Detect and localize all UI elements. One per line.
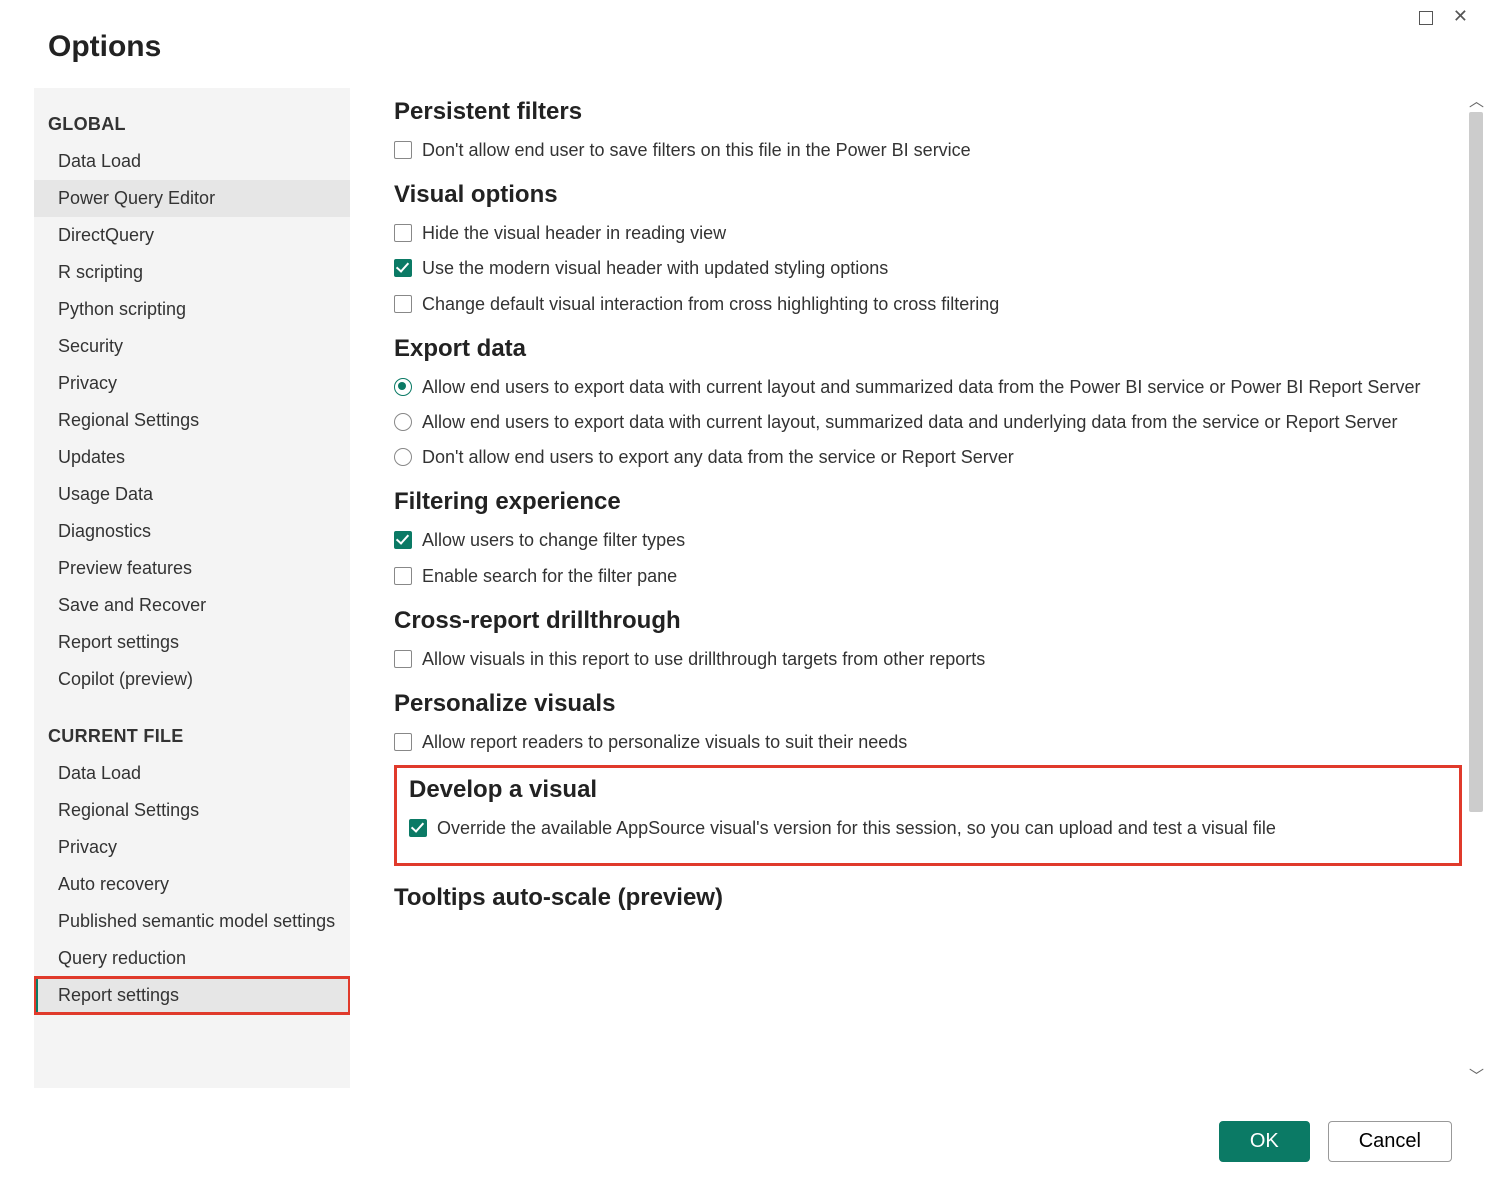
scroll-thumb[interactable] — [1469, 112, 1483, 812]
option-label: Allow report readers to personalize visu… — [422, 730, 907, 755]
scroll-up-icon[interactable]: ︿ — [1469, 90, 1484, 111]
sidebar-item-privacy-global[interactable]: Privacy — [34, 365, 350, 402]
checkbox-icon[interactable] — [394, 733, 412, 751]
scrollbar[interactable]: ︿ ﹀ — [1466, 88, 1486, 1088]
section-title-export-data: Export data — [394, 335, 1462, 363]
sidebar-item-preview-features[interactable]: Preview features — [34, 550, 350, 587]
option-label: Don't allow end users to export any data… — [422, 445, 1014, 470]
option-modern-visual-header[interactable]: Use the modern visual header with update… — [394, 256, 1462, 281]
section-title-personalize-visuals: Personalize visuals — [394, 690, 1462, 718]
sidebar-item-regional-settings-current[interactable]: Regional Settings — [34, 792, 350, 829]
titlebar-controls: ✕ — [1419, 8, 1468, 30]
ok-button[interactable]: OK — [1219, 1121, 1310, 1162]
content-pane: Persistent filters Don't allow end user … — [350, 88, 1486, 1088]
checkbox-icon[interactable] — [409, 819, 427, 837]
option-label: Enable search for the filter pane — [422, 564, 677, 589]
maximize-icon[interactable] — [1419, 8, 1433, 30]
dialog-title: Options — [0, 0, 1486, 88]
sidebar-item-published-semantic-model-settings[interactable]: Published semantic model settings — [34, 903, 350, 940]
section-title-visual-options: Visual options — [394, 181, 1462, 209]
option-label: Allow end users to export data with curr… — [422, 410, 1397, 435]
sidebar-item-privacy-current[interactable]: Privacy — [34, 829, 350, 866]
sidebar-item-r-scripting[interactable]: R scripting — [34, 254, 350, 291]
option-allow-personalize-visuals[interactable]: Allow report readers to personalize visu… — [394, 730, 1462, 755]
section-title-develop-visual: Develop a visual — [409, 776, 1447, 804]
sidebar-item-power-query-editor[interactable]: Power Query Editor — [34, 180, 350, 217]
radio-icon[interactable] — [394, 378, 412, 396]
sidebar-item-regional-settings-global[interactable]: Regional Settings — [34, 402, 350, 439]
checkbox-icon[interactable] — [394, 141, 412, 159]
checkbox-icon[interactable] — [394, 531, 412, 549]
close-icon[interactable]: ✕ — [1453, 8, 1468, 30]
checkbox-icon[interactable] — [394, 224, 412, 242]
scroll-down-icon[interactable]: ﹀ — [1469, 1065, 1484, 1086]
sidebar-item-save-and-recover[interactable]: Save and Recover — [34, 587, 350, 624]
option-export-none[interactable]: Don't allow end users to export any data… — [394, 445, 1462, 470]
option-label: Allow users to change filter types — [422, 528, 685, 553]
checkbox-icon[interactable] — [394, 650, 412, 668]
option-persistent-dont-allow[interactable]: Don't allow end user to save filters on … — [394, 138, 1462, 163]
option-label: Allow end users to export data with curr… — [422, 375, 1420, 400]
option-label: Use the modern visual header with update… — [422, 256, 888, 281]
checkbox-icon[interactable] — [394, 259, 412, 277]
option-hide-visual-header[interactable]: Hide the visual header in reading view — [394, 221, 1462, 246]
section-title-cross-report-drillthrough: Cross-report drillthrough — [394, 607, 1462, 635]
sidebar-heading-global: GLOBAL — [34, 104, 350, 143]
sidebar-item-auto-recovery[interactable]: Auto recovery — [34, 866, 350, 903]
sidebar-item-data-load-current[interactable]: Data Load — [34, 755, 350, 792]
cancel-button[interactable]: Cancel — [1328, 1121, 1452, 1162]
section-title-filtering-experience: Filtering experience — [394, 488, 1462, 516]
sidebar-item-usage-data[interactable]: Usage Data — [34, 476, 350, 513]
sidebar: GLOBAL Data Load Power Query Editor Dire… — [34, 88, 350, 1088]
sidebar-item-report-settings-current[interactable]: Report settings — [34, 977, 350, 1014]
checkbox-icon[interactable] — [394, 295, 412, 313]
option-label: Hide the visual header in reading view — [422, 221, 726, 246]
sidebar-item-copilot-preview[interactable]: Copilot (preview) — [34, 661, 350, 698]
highlight-develop-visual: Develop a visual Override the available … — [394, 765, 1462, 866]
sidebar-item-data-load-global[interactable]: Data Load — [34, 143, 350, 180]
option-override-appsource-visual[interactable]: Override the available AppSource visual'… — [409, 816, 1447, 841]
radio-icon[interactable] — [394, 413, 412, 431]
option-change-default-interaction[interactable]: Change default visual interaction from c… — [394, 292, 1462, 317]
section-title-tooltips-autoscale: Tooltips auto-scale (preview) — [394, 884, 1462, 912]
radio-icon[interactable] — [394, 448, 412, 466]
sidebar-item-query-reduction[interactable]: Query reduction — [34, 940, 350, 977]
option-label: Override the available AppSource visual'… — [437, 816, 1276, 841]
option-label: Allow visuals in this report to use dril… — [422, 647, 985, 672]
section-title-persistent-filters: Persistent filters — [394, 98, 1462, 126]
sidebar-item-python-scripting[interactable]: Python scripting — [34, 291, 350, 328]
dialog-body: GLOBAL Data Load Power Query Editor Dire… — [0, 88, 1486, 1088]
option-label: Don't allow end user to save filters on … — [422, 138, 971, 163]
option-allow-change-filter-types[interactable]: Allow users to change filter types — [394, 528, 1462, 553]
sidebar-heading-current-file: CURRENT FILE — [34, 716, 350, 755]
sidebar-item-security[interactable]: Security — [34, 328, 350, 365]
option-export-summarized[interactable]: Allow end users to export data with curr… — [394, 375, 1462, 400]
option-export-underlying[interactable]: Allow end users to export data with curr… — [394, 410, 1462, 435]
option-label: Change default visual interaction from c… — [422, 292, 999, 317]
sidebar-item-diagnostics[interactable]: Diagnostics — [34, 513, 350, 550]
dialog-footer: OK Cancel — [1219, 1121, 1452, 1162]
sidebar-item-directquery[interactable]: DirectQuery — [34, 217, 350, 254]
sidebar-item-report-settings-global[interactable]: Report settings — [34, 624, 350, 661]
checkbox-icon[interactable] — [394, 567, 412, 585]
option-allow-cross-report-drillthrough[interactable]: Allow visuals in this report to use dril… — [394, 647, 1462, 672]
option-enable-search-filter-pane[interactable]: Enable search for the filter pane — [394, 564, 1462, 589]
sidebar-item-updates[interactable]: Updates — [34, 439, 350, 476]
